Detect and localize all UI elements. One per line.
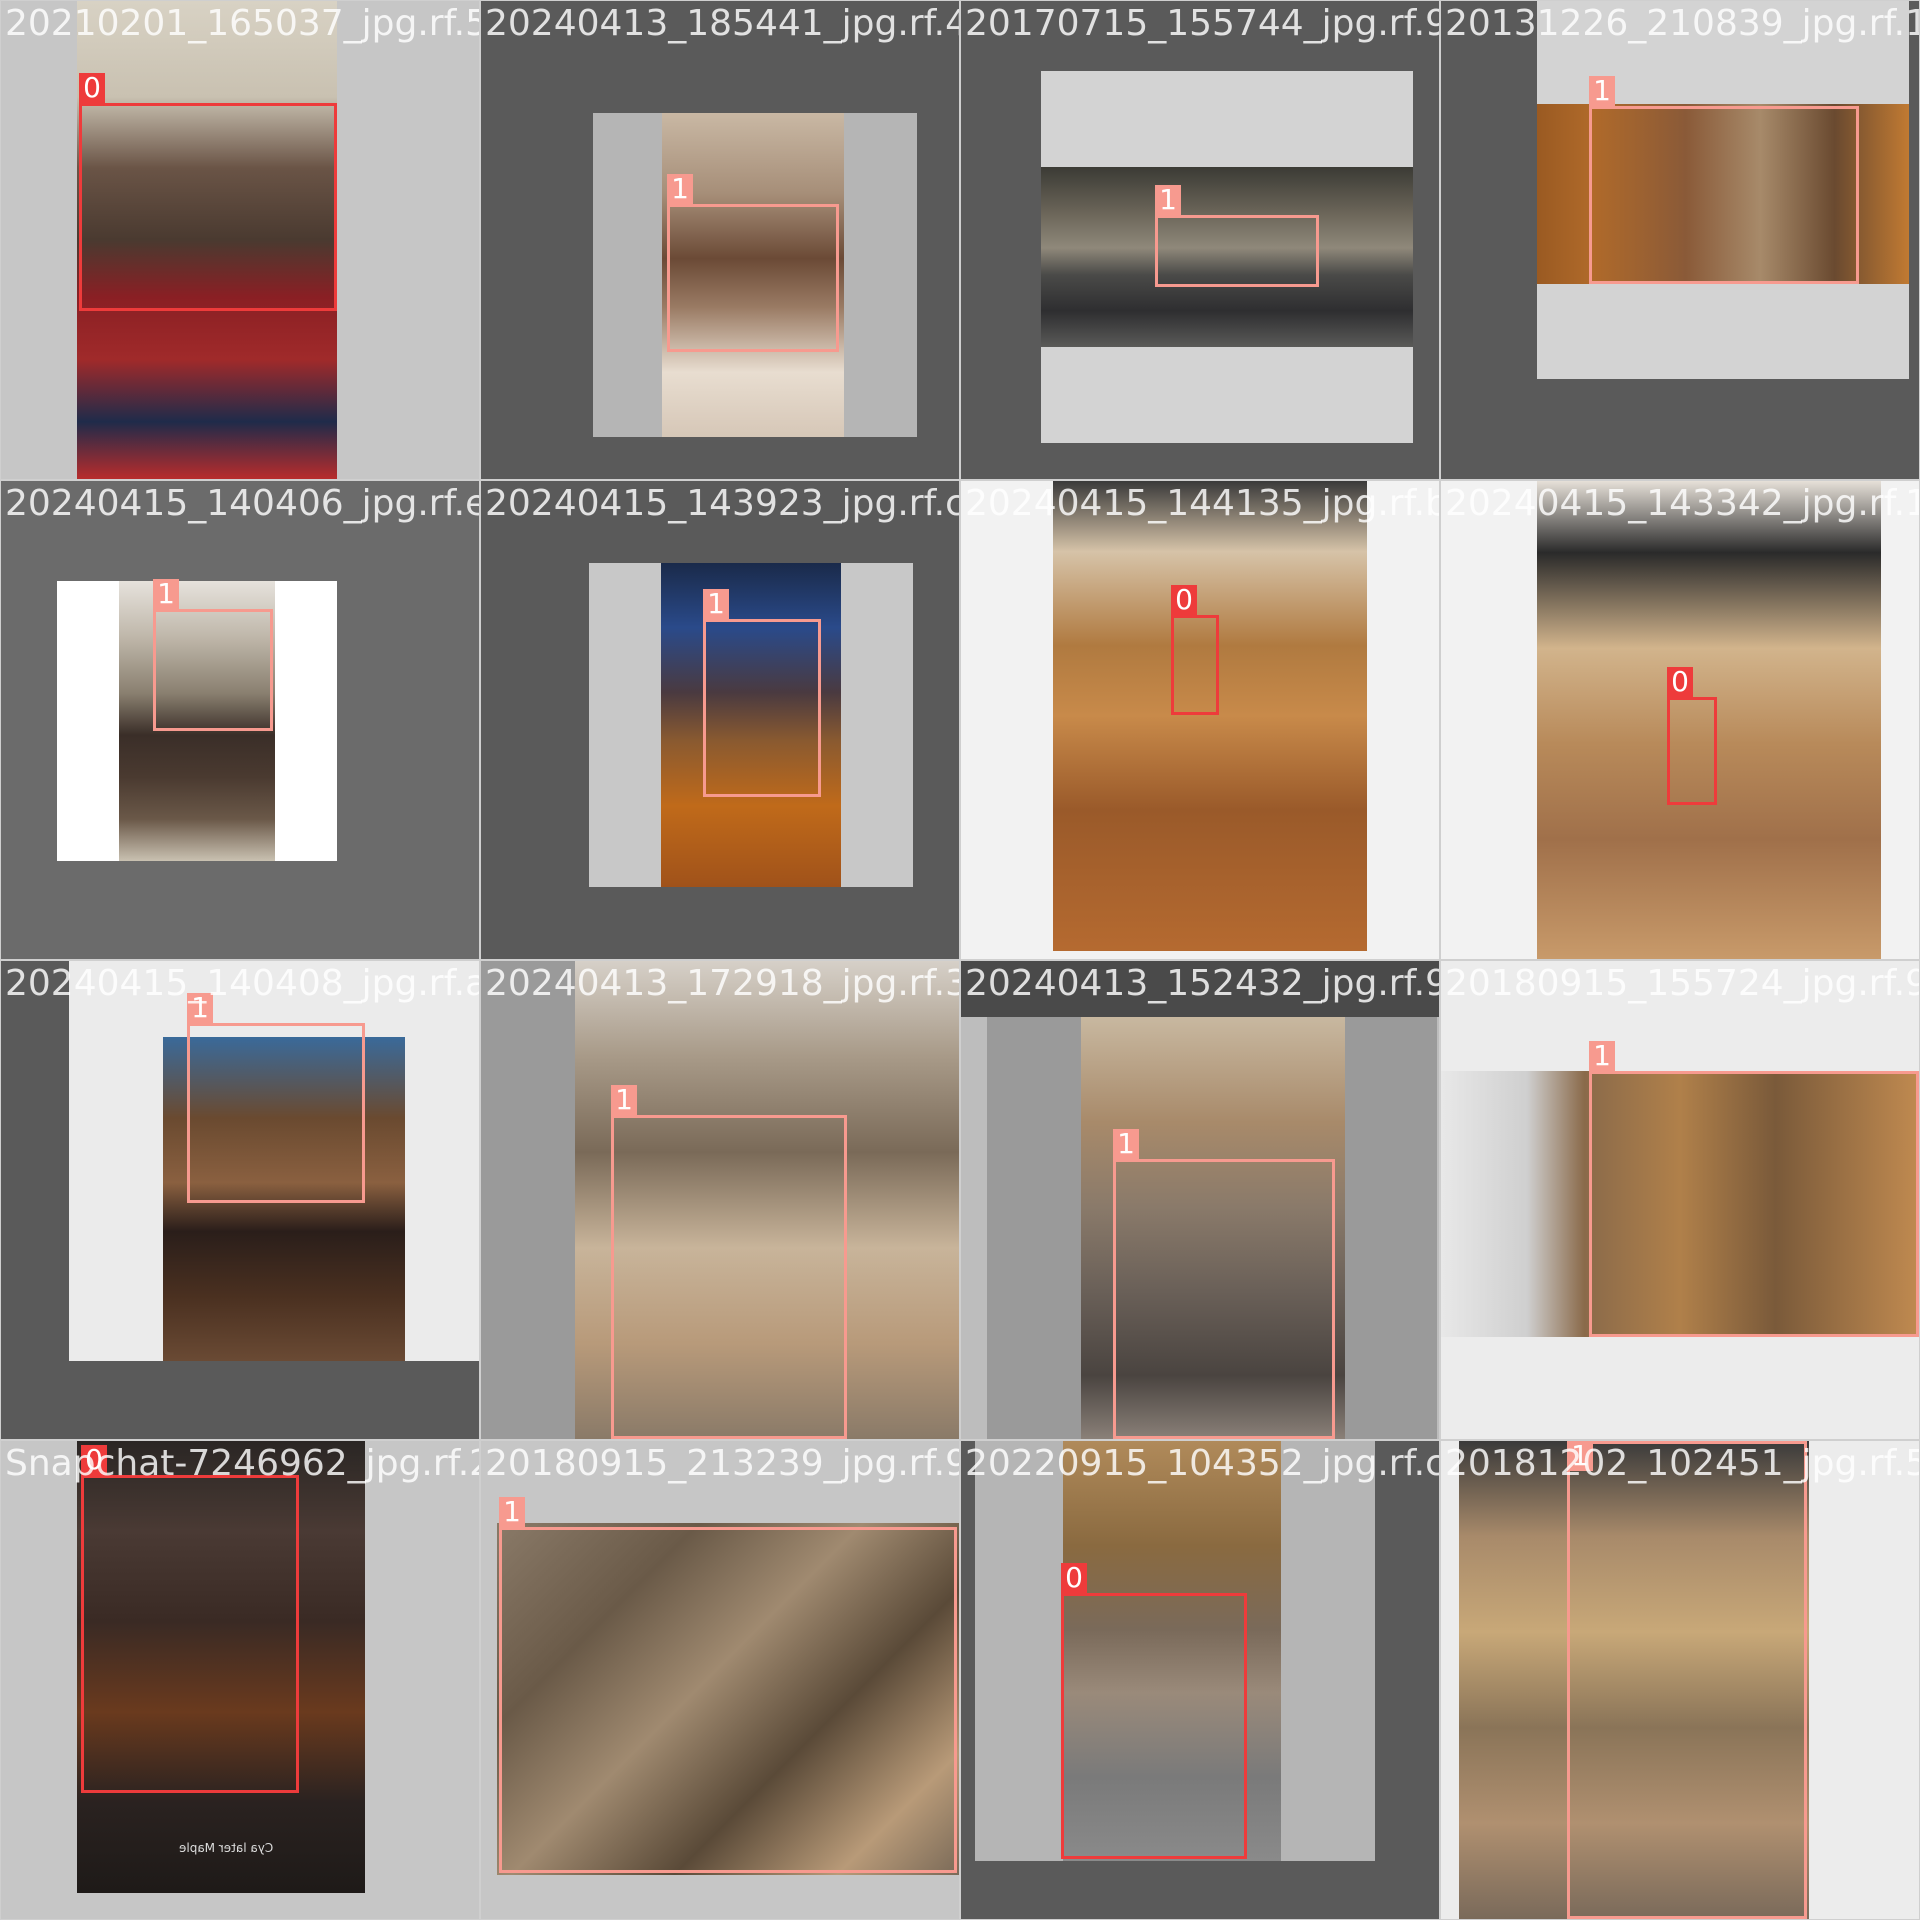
cat-photo xyxy=(1053,481,1367,951)
class-label: 1 xyxy=(1589,1041,1615,1071)
mosaic-tile: 0 20240415_144135_jpg.rf.b3 xyxy=(961,481,1439,959)
bounding-box: 1 xyxy=(499,1497,957,1873)
class-label: 1 xyxy=(1113,1129,1139,1159)
mosaic-tile: Cya later Maple 0 Snapchat-7246962_jpg.r… xyxy=(1,1441,479,1919)
bounding-box: 1 xyxy=(187,993,365,1203)
bounding-box: 1 xyxy=(667,174,839,352)
mosaic-tile: 1 20180915_155724_jpg.rf.93 xyxy=(1441,961,1919,1439)
class-label: 1 xyxy=(499,1497,525,1527)
bounding-box: 1 xyxy=(1155,185,1319,287)
bounding-box: 0 xyxy=(81,1445,299,1793)
mosaic-tile: 1 20131226_210839_jpg.rf.15 xyxy=(1441,1,1919,479)
mosaic-tile: 1 20240415_143923_jpg.rf.cf xyxy=(481,481,959,959)
class-label: 1 xyxy=(703,589,729,619)
bounding-box: 0 xyxy=(79,73,337,311)
class-label: 1 xyxy=(1589,76,1615,106)
bounding-box: 1 xyxy=(1567,1441,1807,1919)
mosaic-tile: 1 20180915_213239_jpg.rf.95 xyxy=(481,1441,959,1919)
mosaic-tile: 1 20170715_155744_jpg.rf.92 xyxy=(961,1,1439,479)
bounding-box: 0 xyxy=(1667,667,1717,805)
mosaic-tile: 0 20210201_165037_jpg.rf.5a xyxy=(1,1,479,479)
snapchat-caption: Cya later Maple xyxy=(179,1841,274,1855)
class-label: 1 xyxy=(187,993,213,1023)
mosaic-tile: 1 20181202_102451_jpg.rf.5 xyxy=(1441,1441,1919,1919)
image-filename: 20180915_155724_jpg.rf.93 xyxy=(1445,963,1919,1004)
mosaic-tile: 1 20240413_172918_jpg.rf.34 xyxy=(481,961,959,1439)
mosaic-tile: 0 20240415_143342_jpg.rf.1f xyxy=(1441,481,1919,959)
bounding-box: 1 xyxy=(703,589,821,797)
image-filename: 20240415_143923_jpg.rf.cf xyxy=(485,483,959,524)
class-label: 0 xyxy=(1667,667,1693,697)
bounding-box: 0 xyxy=(1171,585,1219,715)
class-label: 0 xyxy=(1171,585,1197,615)
bounding-box: 1 xyxy=(1589,1041,1919,1337)
class-label: 0 xyxy=(81,1445,107,1475)
class-label: 1 xyxy=(1567,1441,1593,1471)
bounding-box: 1 xyxy=(611,1085,847,1439)
image-mosaic: 0 20210201_165037_jpg.rf.5a 1 20240413_1… xyxy=(0,0,1920,1920)
class-label: 1 xyxy=(667,174,693,204)
class-label: 0 xyxy=(79,73,105,103)
mosaic-tile: 1 20240415_140408_jpg.rf.a6 xyxy=(1,961,479,1439)
bounding-box: 1 xyxy=(1589,76,1859,284)
bounding-box: 0 xyxy=(1061,1563,1247,1859)
image-filename: 20240415_140406_jpg.rf.ee xyxy=(5,483,479,524)
mosaic-tile: 0 20220915_104352_jpg.rf.cd xyxy=(961,1441,1439,1919)
bounding-box: 1 xyxy=(153,579,273,731)
image-filename: 20170715_155744_jpg.rf.92 xyxy=(965,3,1439,44)
class-label: 1 xyxy=(611,1085,637,1115)
mosaic-tile: 1 20240415_140406_jpg.rf.ee xyxy=(1,481,479,959)
image-filename: 20180915_213239_jpg.rf.95 xyxy=(485,1443,959,1484)
class-label: 0 xyxy=(1061,1563,1087,1593)
mosaic-tile: 1 20240413_185441_jpg.rf.4b xyxy=(481,1,959,479)
image-filename: 20240413_185441_jpg.rf.4b xyxy=(485,3,959,44)
bounding-box: 1 xyxy=(1113,1129,1335,1439)
mosaic-tile: 1 20240413_152432_jpg.rf.91 xyxy=(961,961,1439,1439)
class-label: 1 xyxy=(153,579,179,609)
class-label: 1 xyxy=(1155,185,1181,215)
